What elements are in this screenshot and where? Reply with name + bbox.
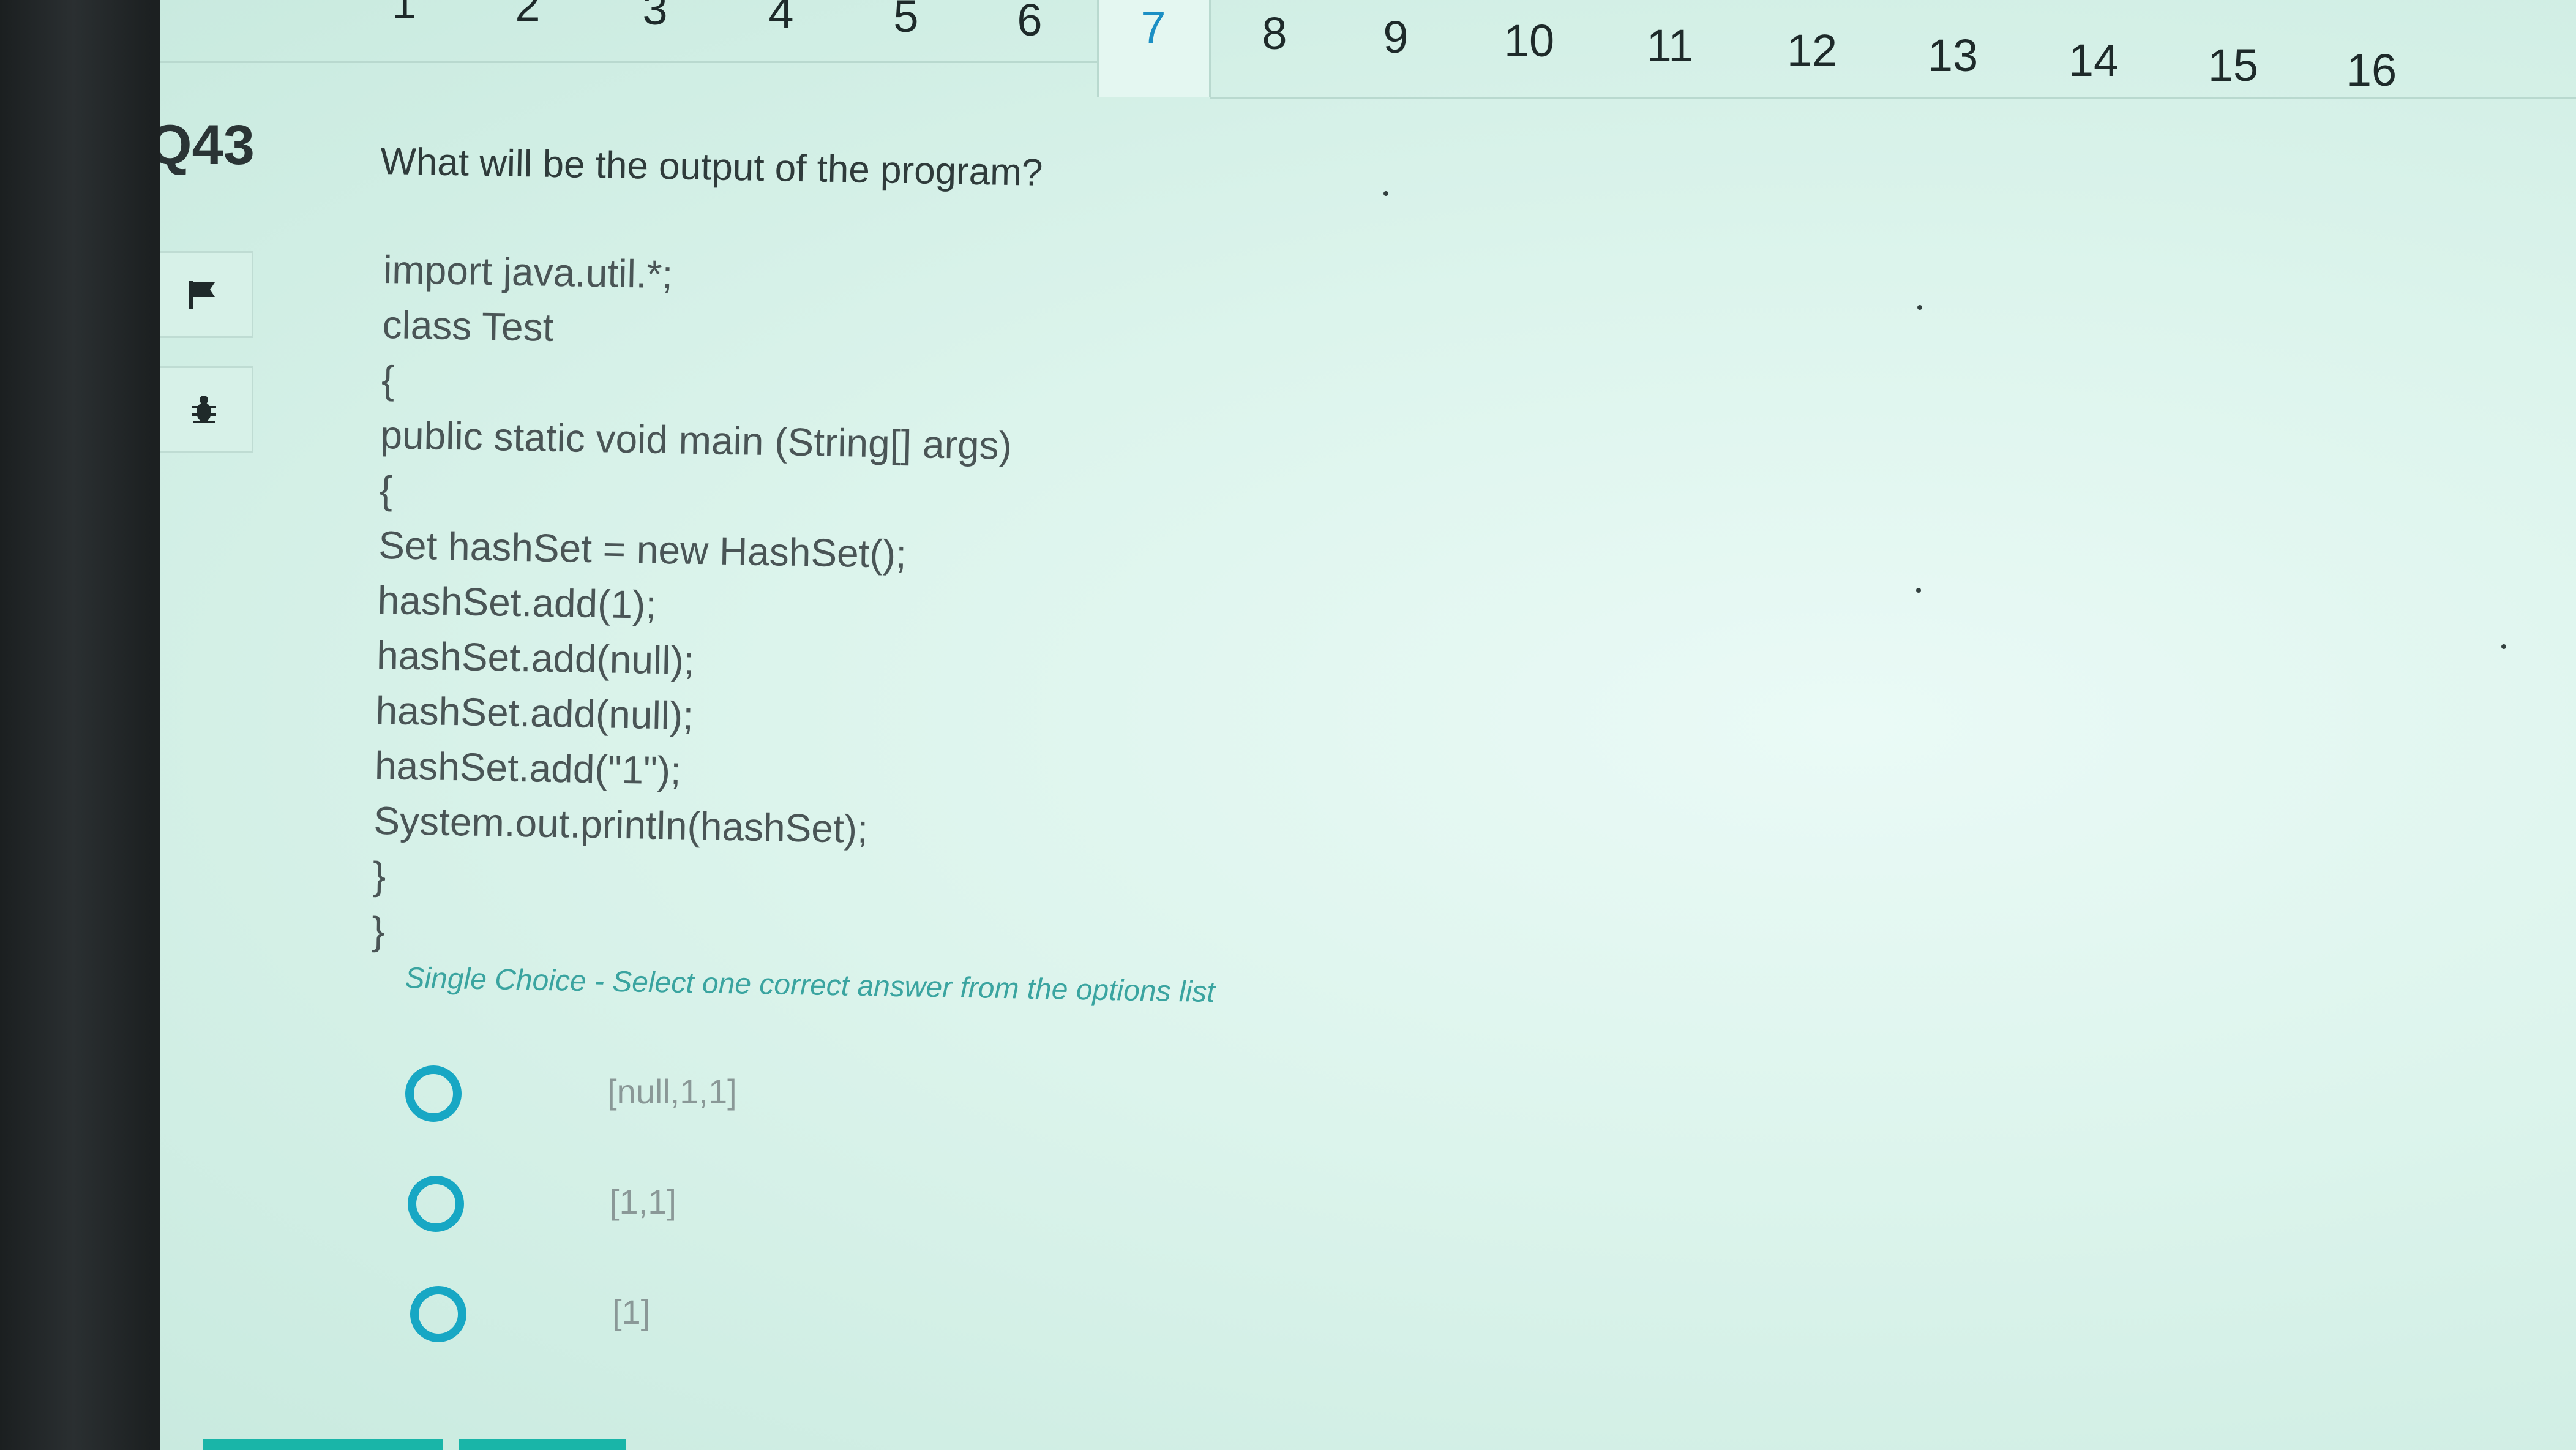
bug-icon (192, 396, 216, 423)
flag-icon (189, 281, 215, 309)
answer-option[interactable]: [1] (410, 1274, 1267, 1384)
question-text: What will be the output of the program? (380, 140, 1043, 194)
nav-question-3[interactable]: 3 (642, 0, 667, 35)
report-bug-button[interactable] (160, 366, 253, 453)
screen-speck (1916, 588, 1921, 593)
nav-question-9[interactable]: 9 (1383, 11, 1408, 63)
code-line: public static void main (String[] args) (380, 412, 1013, 468)
nav-question-6[interactable]: 6 (1017, 0, 1042, 46)
answer-options: [null,1,1] [1,1] [1] (405, 1053, 1262, 1384)
code-line: System.out.println(hashSet); (373, 798, 869, 851)
question-navigation: 1 2 3 4 5 6 7 8 9 10 11 12 13 14 15 16 (160, 0, 2576, 141)
answer-option[interactable]: [1,1] (408, 1163, 1265, 1274)
nav-question-7[interactable]: 7 (1140, 1, 1166, 53)
option-label: [1,1] (610, 1182, 676, 1221)
nav-question-4[interactable]: 4 (768, 0, 793, 39)
nav-question-1[interactable]: 1 (391, 0, 416, 29)
nav-divider-left (160, 61, 1097, 63)
radio-button[interactable] (405, 1065, 462, 1122)
code-line: class Test (382, 302, 555, 350)
option-label: [null,1,1] (607, 1072, 737, 1111)
screen-speck (1917, 305, 1922, 310)
nav-question-10[interactable]: 10 (1504, 15, 1554, 67)
screen-speck (2501, 644, 2506, 649)
nav-question-5[interactable]: 5 (893, 0, 918, 42)
nav-divider-right (1210, 97, 2576, 99)
bottom-button-right[interactable] (459, 1439, 626, 1450)
radio-button[interactable] (410, 1286, 466, 1342)
radio-button[interactable] (408, 1176, 464, 1232)
nav-question-11[interactable]: 11 (1647, 20, 1694, 72)
nav-question-15[interactable]: 15 (2208, 39, 2258, 91)
answer-option[interactable]: [null,1,1] (405, 1053, 1262, 1163)
nav-question-13[interactable]: 13 (1928, 29, 1978, 81)
screen-speck (1383, 191, 1388, 196)
nav-question-14[interactable]: 14 (2069, 34, 2119, 86)
nav-question-2[interactable]: 2 (515, 0, 540, 31)
answer-instruction: Single Choice - Select one correct answe… (405, 961, 1216, 1009)
nav-question-12[interactable]: 12 (1787, 24, 1837, 77)
question-id: Q43 (160, 114, 255, 176)
exam-screen: 1 2 3 4 5 6 7 8 9 10 11 12 13 14 15 16 Q… (160, 0, 2576, 1450)
nav-question-8[interactable]: 8 (1262, 7, 1287, 59)
flag-button[interactable] (160, 251, 253, 338)
option-label: [1] (612, 1293, 651, 1331)
nav-question-16[interactable]: 16 (2346, 44, 2397, 96)
bottom-button-left[interactable] (203, 1439, 443, 1450)
code-line: } (371, 908, 386, 953)
code-block: import java.util.*; class Test { public … (372, 242, 1016, 969)
